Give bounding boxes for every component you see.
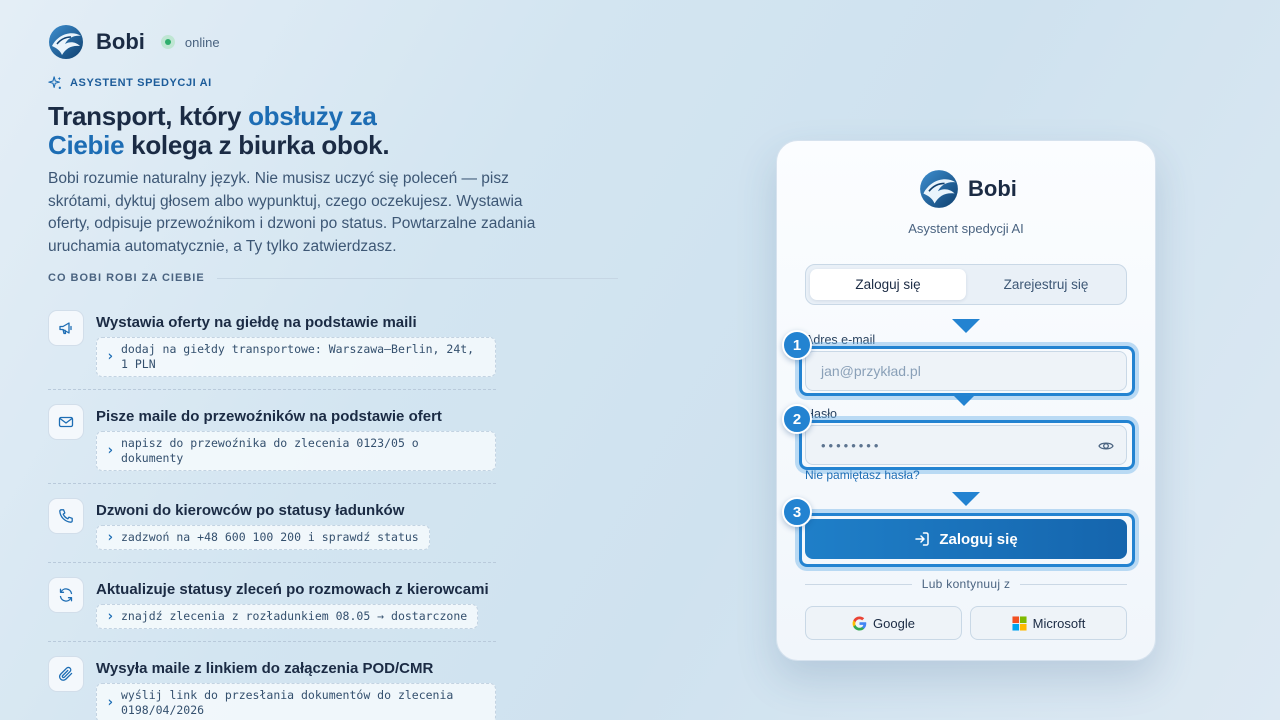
- feature-title: Dzwoni do kierowców po statusy ładunków: [96, 502, 405, 519]
- google-icon: [852, 615, 867, 631]
- feature-title: Wysyła maile z linkiem do załączenia POD…: [96, 660, 434, 677]
- bobi-logo-icon: [49, 25, 83, 59]
- microsoft-icon: [1012, 615, 1027, 631]
- feature-command[interactable]: dodaj na giełdy transportowe: Warszawa–B…: [96, 337, 496, 377]
- step-arrow-icon: [952, 394, 976, 406]
- divider-text: Lub kontynuuj z: [921, 577, 1011, 591]
- brand-name: Bobi: [96, 29, 145, 54]
- password-input[interactable]: ••••••••: [805, 425, 1127, 465]
- email-input[interactable]: jan@przykład.pl: [805, 351, 1127, 391]
- feature-item: Dzwoni do kierowców po statusy ładunków …: [48, 484, 496, 563]
- refresh-icon: [48, 577, 84, 613]
- login-submit-button[interactable]: Zaloguj się: [805, 519, 1127, 559]
- feature-title: Wystawia oferty na giełdę na podstawie m…: [96, 314, 417, 331]
- feature-item: Wystawia oferty na giełdę na podstawie m…: [48, 300, 496, 390]
- login-submit-label: Zaloguj się: [939, 530, 1018, 548]
- divider-line: [805, 583, 912, 585]
- card-brand-name: Bobi: [968, 176, 1017, 201]
- show-password-icon[interactable]: [1098, 438, 1114, 454]
- sparkles-icon: [48, 76, 62, 89]
- section-label-text: CO BOBI ROBI ZA CIEBIE: [48, 272, 205, 284]
- tab-login[interactable]: Zaloguj się: [810, 269, 966, 300]
- feature-title: Aktualizuje statusy zleceń po rozmowach …: [96, 581, 489, 598]
- headline-part1: Transport, który: [48, 101, 249, 131]
- feature-command[interactable]: zadzwoń na +48 600 100 200 i sprawdź sta…: [96, 525, 430, 550]
- feature-item: Wysyła maile z linkiem do załączenia POD…: [48, 642, 496, 720]
- password-value: ••••••••: [821, 437, 882, 453]
- email-label: Adres e-mail: [805, 333, 876, 347]
- divider-line: [1020, 583, 1127, 585]
- tab-register[interactable]: Zarejestruj się: [968, 269, 1124, 300]
- step-badge-1: 1: [782, 330, 812, 360]
- step-badge-3: 3: [782, 497, 812, 527]
- mail-icon: [48, 404, 84, 440]
- feature-item: Pisze maile do przewoźników na podstawie…: [48, 390, 496, 484]
- feature-list: Wystawia oferty na giełdę na podstawie m…: [48, 300, 496, 720]
- megaphone-icon: [48, 310, 84, 346]
- microsoft-login-button[interactable]: Microsoft: [970, 606, 1127, 640]
- login-icon: [915, 532, 930, 546]
- card-brand: Bobi: [919, 169, 1017, 209]
- eyebrow-text: ASYSTENT SPEDYCJI AI: [70, 77, 212, 89]
- phone-icon: [48, 498, 84, 534]
- google-label: Google: [873, 615, 915, 631]
- feature-title: Pisze maile do przewoźników na podstawie…: [96, 408, 442, 425]
- online-indicator: [160, 35, 175, 49]
- headline-part2: kolega z biurka obok.: [124, 130, 390, 160]
- step-arrow-icon: [952, 319, 980, 333]
- step-badge-2: 2: [782, 404, 812, 434]
- brand-header: Bobi online: [48, 24, 220, 60]
- step-arrow-icon: [952, 492, 980, 506]
- feature-item: Aktualizuje statusy zleceń po rozmowach …: [48, 563, 496, 642]
- google-login-button[interactable]: Google: [805, 606, 962, 640]
- page-headline: Transport, który obsłuży za Ciebie koleg…: [48, 102, 428, 160]
- microsoft-label: Microsoft: [1032, 615, 1086, 631]
- eyebrow: ASYSTENT SPEDYCJI AI: [48, 76, 212, 90]
- lead-paragraph: Bobi rozumie naturalny język. Nie musisz…: [48, 170, 536, 255]
- feature-command[interactable]: znajdź zlecenia z rozładunkiem 08.05 → d…: [96, 604, 479, 629]
- auth-tabs: Zaloguj się Zarejestruj się: [805, 264, 1127, 305]
- card-subtitle: Asystent spedycji AI: [908, 221, 1024, 236]
- login-card: Bobi Asystent spedycji AI Zaloguj się Za…: [776, 140, 1156, 661]
- social-divider: Lub kontynuuj z: [805, 577, 1127, 591]
- online-status: online: [184, 34, 220, 50]
- section-label: CO BOBI ROBI ZA CIEBIE: [48, 272, 618, 284]
- bobi-logo-icon: [920, 170, 958, 208]
- feature-command[interactable]: wyślij link do przesłania dokumentów do …: [96, 683, 496, 720]
- forgot-password-link[interactable]: Nie pamiętasz hasła?: [805, 468, 920, 482]
- paperclip-icon: [48, 656, 84, 692]
- feature-command[interactable]: napisz do przewoźnika do zlecenia 0123/0…: [96, 431, 496, 471]
- section-divider: [216, 277, 618, 279]
